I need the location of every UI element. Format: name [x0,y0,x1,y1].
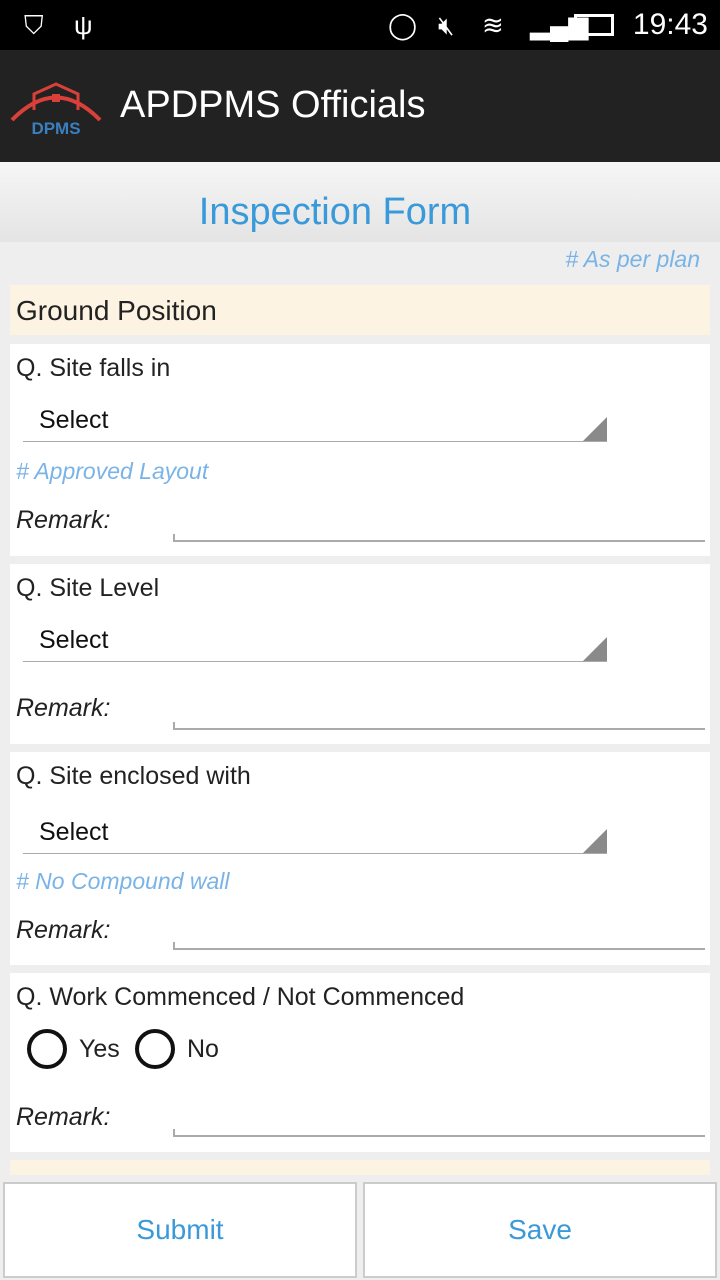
shield-icon: ⛉ [24,10,44,40]
remark-input[interactable] [173,1129,705,1137]
question-card: Q. Site enclosed with Select # No Compou… [10,752,710,965]
radio-label: Yes [79,1034,120,1063]
remark-input[interactable] [173,942,705,950]
section-ground-position: Ground Position [10,285,710,335]
mute-icon: 🔇︎ [438,10,455,40]
svg-text:DPMS: DPMS [31,119,80,138]
remark-label: Remark: [16,694,111,722]
submit-button[interactable]: Submit [3,1182,357,1278]
save-button[interactable]: Save [363,1182,717,1278]
site-enclosed-select[interactable]: Select [23,806,607,854]
dropdown-arrow-icon [583,417,607,441]
question-card: Q. Work Commenced / Not Commenced Yes No… [10,973,710,1152]
remark-label: Remark: [16,1103,111,1131]
radio-label: No [187,1034,219,1063]
dropdown-arrow-icon [583,829,607,853]
wifi-icon: ≋ [482,10,504,40]
remark-input[interactable] [173,534,705,542]
question-label: Q. Work Commenced / Not Commenced [16,983,465,1011]
battery-charging-icon [574,14,614,36]
site-falls-in-select[interactable]: Select [23,394,607,442]
app-logo: DPMS [10,82,102,138]
select-value: Select [39,626,109,654]
question-card: Q. Site falls in Select # Approved Layou… [10,344,710,556]
question-hint: # Approved Layout [16,458,209,484]
usb-icon: ψ [74,10,93,40]
form-title-band: Inspection Form [0,162,720,242]
status-bar: ⛉ ψ ◯ 🔇︎ ≋ ▂▄▆ 19:43 [0,0,720,50]
question-label: Q. Site enclosed with [16,762,251,790]
remark-label: Remark: [16,916,111,944]
question-card: Q. Site Level Select Remark: [10,564,710,744]
remark-label: Remark: [16,506,111,534]
location-icon: ◯ [388,10,418,40]
radio-circle-icon [135,1029,175,1069]
app-title: APDPMS Officials [120,84,426,126]
radio-no[interactable]: No [135,1029,219,1069]
clock: 19:43 [632,8,708,41]
question-hint: # No Compound wall [16,868,230,894]
site-level-select[interactable]: Select [23,614,607,662]
dropdown-arrow-icon [583,637,607,661]
question-label: Q. Site falls in [16,354,171,382]
button-bar: Submit Save [0,1175,720,1280]
question-label: Q. Site Level [16,574,160,602]
remark-input[interactable] [173,722,705,730]
radio-circle-icon [27,1029,67,1069]
app-bar: DPMS APDPMS Officials [0,50,720,162]
select-value: Select [39,818,109,846]
select-value: Select [39,406,109,434]
radio-yes[interactable]: Yes [27,1029,120,1069]
plan-hint: # As per plan [565,246,700,272]
